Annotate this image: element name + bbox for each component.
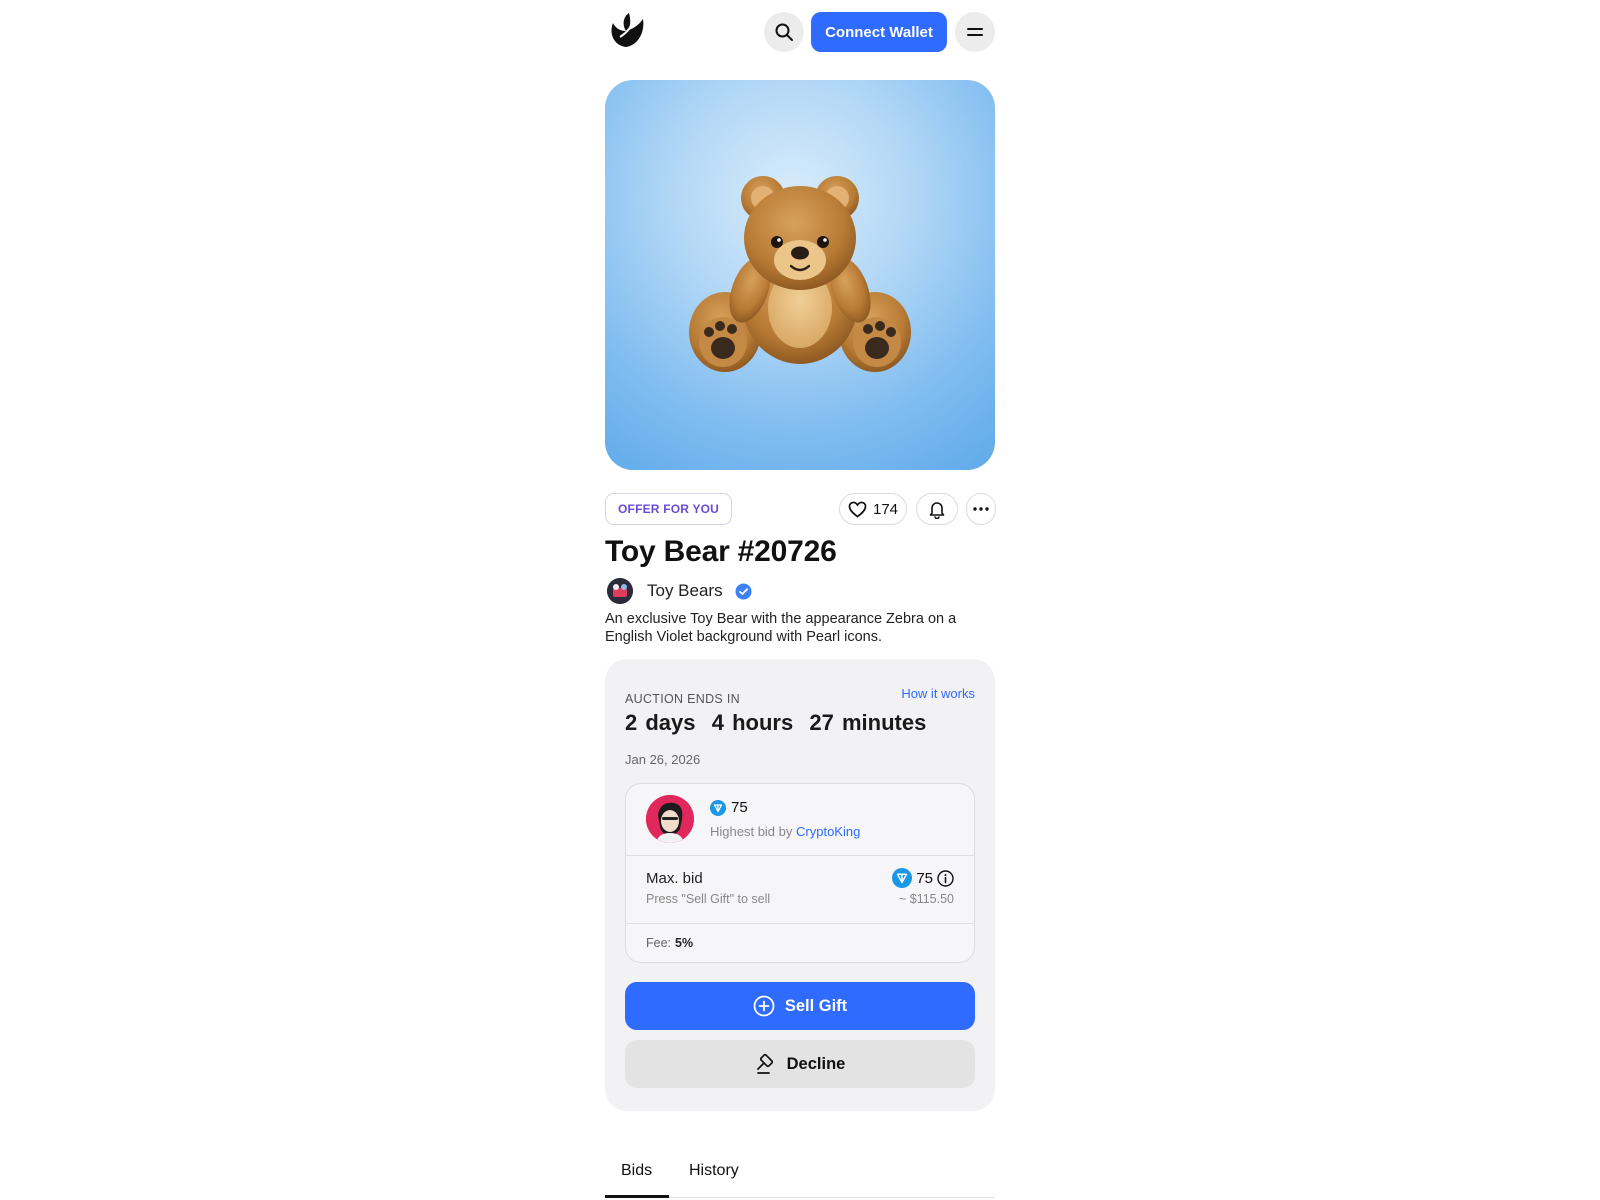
tab-bids[interactable]: Bids <box>621 1162 652 1180</box>
top-bar: Connect Wallet <box>605 10 995 54</box>
notify-button[interactable] <box>916 493 958 525</box>
like-count: 174 <box>872 500 899 518</box>
decline-button[interactable]: Decline <box>625 1040 975 1088</box>
max-bid-value: 75 <box>916 869 933 887</box>
leaf-logo-icon[interactable] <box>607 11 645 49</box>
gift-image <box>605 80 995 470</box>
search-button[interactable] <box>764 12 804 52</box>
menu-icon <box>967 28 983 36</box>
highest-bid-amount: 75 <box>710 799 748 816</box>
fee-row: Fee: 5% <box>646 936 693 950</box>
offer-tag: OFFER FOR YOU <box>605 493 733 525</box>
ton-icon <box>710 799 726 816</box>
decline-label: Decline <box>786 1054 846 1073</box>
info-icon[interactable] <box>937 869 954 887</box>
search-icon <box>775 23 793 41</box>
highest-bid-prefix: Highest bid by <box>710 824 793 839</box>
tab-bar: Bids History <box>605 1150 995 1198</box>
collection-avatar <box>607 578 633 604</box>
tab-history[interactable]: History <box>689 1162 739 1180</box>
collection-link[interactable]: Toy Bears <box>607 578 752 604</box>
highest-bid-value: 75 <box>731 799 748 816</box>
auction-label: AUCTION ENDS IN <box>625 692 740 706</box>
like-button[interactable]: 174 <box>839 493 907 525</box>
active-tab-indicator <box>605 1195 669 1198</box>
highest-bid-caption: Highest bid by CryptoKing <box>710 824 860 839</box>
gift-description: An exclusive Toy Bear with the appearanc… <box>605 611 957 645</box>
more-button[interactable] <box>966 493 996 525</box>
ton-icon <box>892 868 913 888</box>
verified-icon <box>735 583 752 599</box>
auction-end-date: Jan 26, 2026 <box>625 752 701 767</box>
sell-gift-button[interactable]: Sell Gift <box>625 982 975 1030</box>
avatar <box>646 795 694 843</box>
highest-bid-row: 75 Highest bid by CryptoKing <box>626 784 974 856</box>
page-title: Toy Bear #20726 <box>605 535 837 568</box>
bidder-link[interactable]: CryptoKing <box>796 824 860 839</box>
heart-icon <box>848 501 867 518</box>
menu-button[interactable] <box>955 12 995 52</box>
bell-icon <box>929 501 945 519</box>
fee-value: 5% <box>675 936 694 950</box>
plus-circle-icon <box>753 995 775 1017</box>
connect-wallet-button[interactable]: Connect Wallet <box>811 12 947 52</box>
more-icon <box>973 507 989 511</box>
max-bid-label: Max. bid <box>646 870 703 887</box>
bid-panel: 75 Highest bid by CryptoKing Max. bid Pr… <box>625 783 975 963</box>
gavel-icon <box>756 1053 773 1074</box>
teddy-bear-icon <box>689 176 911 372</box>
collection-name: Toy Bears <box>647 581 723 600</box>
max-bid-amount: 75 <box>892 868 954 888</box>
max-bid-hint: Press "Sell Gift" to sell <box>646 892 771 906</box>
sell-gift-label: Sell Gift <box>784 996 848 1015</box>
auction-card: AUCTION ENDS IN How it works 2 days 4 ho… <box>605 659 995 1111</box>
fee-label: Fee: <box>646 936 672 950</box>
how-it-works-link[interactable]: How it works <box>901 686 975 701</box>
auction-countdown: 2 days 4 hours 27 minutes <box>625 710 927 735</box>
max-bid-usd: ~ $115.50 <box>898 892 954 906</box>
max-bid-row: Max. bid Press "Sell Gift" to sell 75 ~ … <box>626 856 974 924</box>
